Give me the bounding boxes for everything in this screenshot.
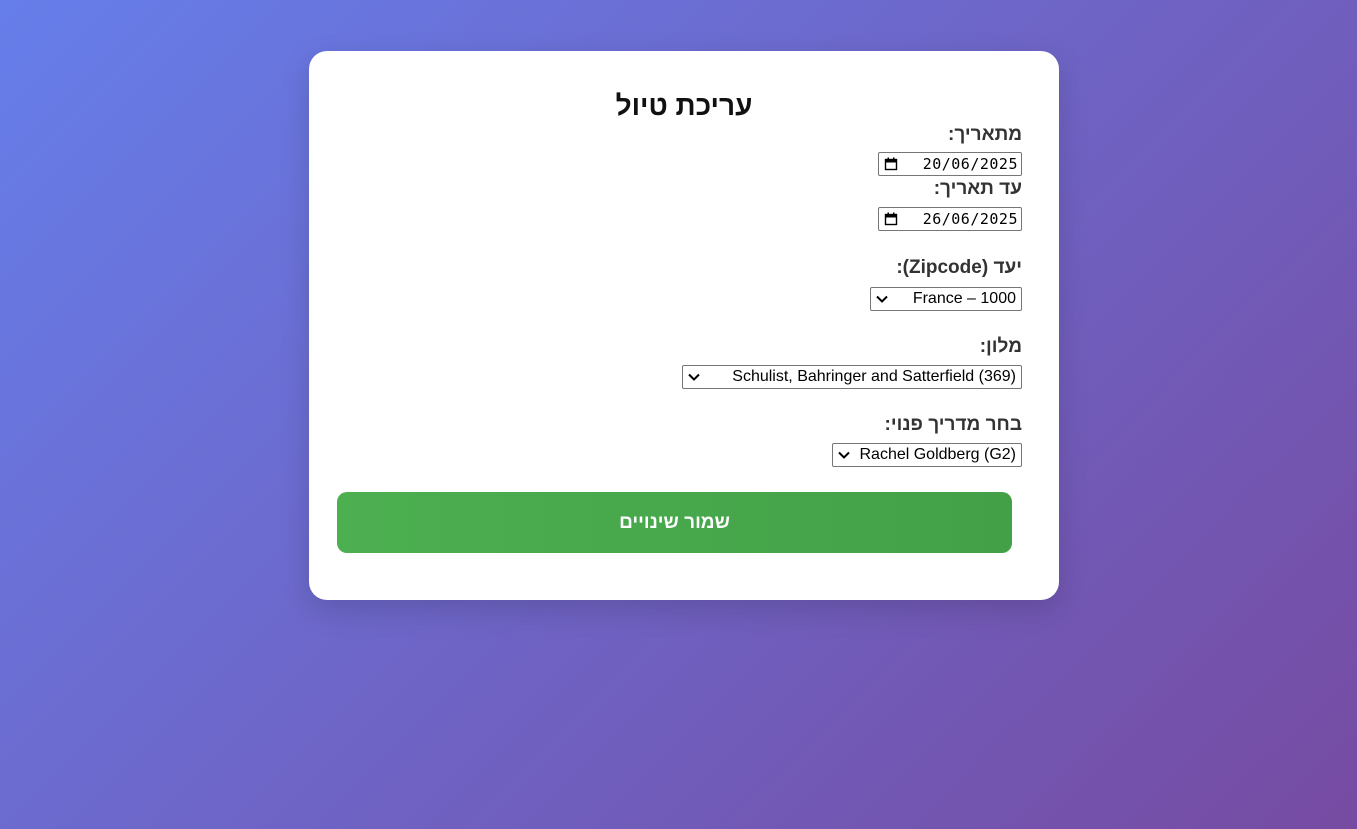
- calendar-icon[interactable]: [884, 212, 898, 226]
- from-date-label: מתאריך:: [948, 124, 1022, 145]
- from-date-value: 20/06/2025: [922, 155, 1018, 173]
- from-date-input[interactable]: 20/06/2025: [878, 152, 1022, 176]
- destination-label: יעד (Zipcode):: [896, 257, 1022, 278]
- to-date-input[interactable]: 26/06/2025: [878, 207, 1022, 231]
- to-date-label: עד תאריך:: [933, 178, 1022, 199]
- save-changes-button[interactable]: שמור שינויים: [337, 492, 1012, 553]
- destination-select[interactable]: France – 1000: [870, 287, 1022, 311]
- hotel-value: Schulist, Bahringer and Satterfield (369…: [732, 368, 1016, 385]
- calendar-icon[interactable]: [884, 157, 898, 171]
- page-title: עריכת טיול: [615, 90, 753, 121]
- guide-value: Rachel Goldberg (G2): [859, 446, 1016, 463]
- guide-label: בחר מדריך פנוי:: [884, 414, 1022, 435]
- hotel-select[interactable]: Schulist, Bahringer and Satterfield (369…: [682, 365, 1022, 389]
- chevron-down-icon: [875, 292, 889, 306]
- chevron-down-icon: [687, 370, 701, 384]
- to-date-value: 26/06/2025: [922, 210, 1018, 228]
- guide-select[interactable]: Rachel Goldberg (G2): [832, 443, 1022, 467]
- destination-value: France – 1000: [912, 290, 1016, 307]
- hotel-label: מלון:: [979, 336, 1022, 357]
- edit-trip-card: עריכת טיול מתאריך: 20/06/2025 עד תאריך: …: [309, 51, 1059, 600]
- chevron-down-icon: [837, 448, 851, 462]
